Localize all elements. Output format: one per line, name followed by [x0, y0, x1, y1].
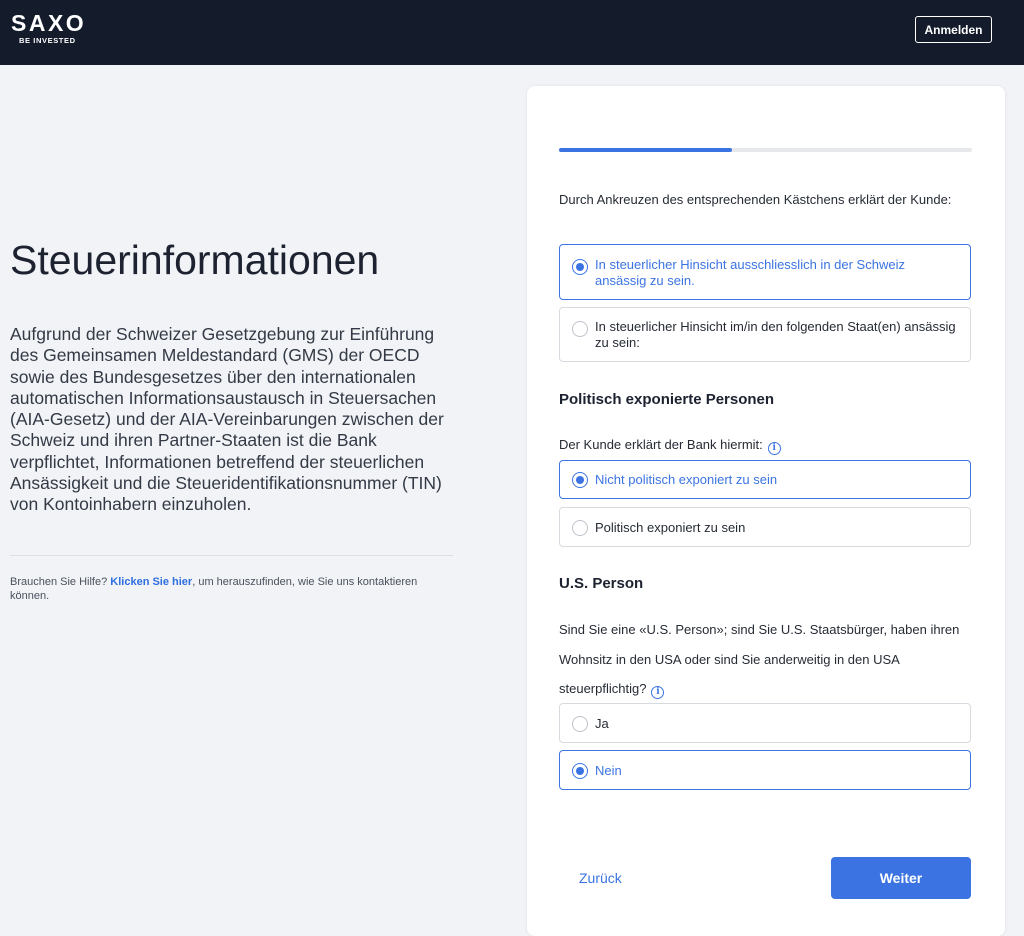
option-politically-exposed[interactable]: Politisch exponiert zu sein [559, 507, 971, 547]
top-navigation-bar: SAXO BE INVESTED Anmelden [0, 0, 1024, 65]
info-icon[interactable]: i [767, 442, 781, 455]
option-label: Nein [595, 763, 622, 778]
divider [10, 555, 453, 556]
saxo-logo[interactable]: SAXO BE INVESTED [11, 10, 86, 46]
option-label: Ja [595, 716, 609, 731]
option-tax-switzerland-only[interactable]: In steuerlicher Hinsicht ausschliesslich… [559, 244, 971, 300]
help-prefix: Brauchen Sie Hilfe? [10, 576, 111, 588]
us-person-question-text: Sind Sie eine «U.S. Person»; sind Sie U.… [559, 622, 960, 696]
radio-icon[interactable] [572, 520, 588, 536]
option-not-politically-exposed[interactable]: Nicht politisch exponiert zu sein [559, 460, 971, 499]
option-label: Politisch exponiert zu sein [595, 520, 746, 535]
radio-icon[interactable] [572, 259, 588, 275]
radio-icon[interactable] [572, 321, 588, 337]
section-title-us-person: U.S. Person [559, 575, 644, 592]
login-button[interactable]: Anmelden [915, 16, 992, 43]
next-button[interactable]: Weiter [831, 857, 971, 899]
us-person-question: Sind Sie eine «U.S. Person»; sind Sie U.… [559, 615, 979, 704]
progress-bar [559, 148, 972, 152]
radio-icon[interactable] [572, 716, 588, 732]
option-tax-other-states[interactable]: In steuerlicher Hinsicht im/in den folge… [559, 307, 971, 362]
logo-tagline: BE INVESTED [19, 36, 76, 45]
option-label: In steuerlicher Hinsicht im/in den folge… [595, 319, 956, 350]
pep-question: Der Kunde erklärt der Bank hiermit: i [559, 430, 979, 460]
page-title: Steuerinformationen [10, 237, 380, 283]
back-button[interactable]: Zurück [579, 870, 622, 886]
tax-residency-question: Durch Ankreuzen des entsprechenden Kästc… [559, 192, 952, 207]
option-label: In steuerlicher Hinsicht ausschliesslich… [595, 257, 905, 288]
progress-bar-fill [559, 148, 733, 152]
option-label: Nicht politisch exponiert zu sein [595, 472, 778, 487]
logo-wordmark: SAXO [11, 10, 87, 36]
radio-icon[interactable] [572, 763, 588, 779]
section-title-pep: Politisch exponierte Personen [559, 391, 775, 408]
radio-icon[interactable] [572, 472, 588, 488]
info-icon[interactable]: i [651, 686, 665, 699]
contact-help-link[interactable]: Klicken Sie hier [110, 576, 192, 588]
pep-question-text: Der Kunde erklärt der Bank hiermit: [559, 437, 763, 452]
option-us-person-no[interactable]: Nein [559, 750, 971, 790]
option-us-person-yes[interactable]: Ja [559, 703, 971, 743]
intro-paragraph: Aufgrund der Schweizer Gesetzgebung zur … [10, 324, 444, 515]
help-text: Brauchen Sie Hilfe? Klicken Sie hier, um… [10, 575, 450, 603]
